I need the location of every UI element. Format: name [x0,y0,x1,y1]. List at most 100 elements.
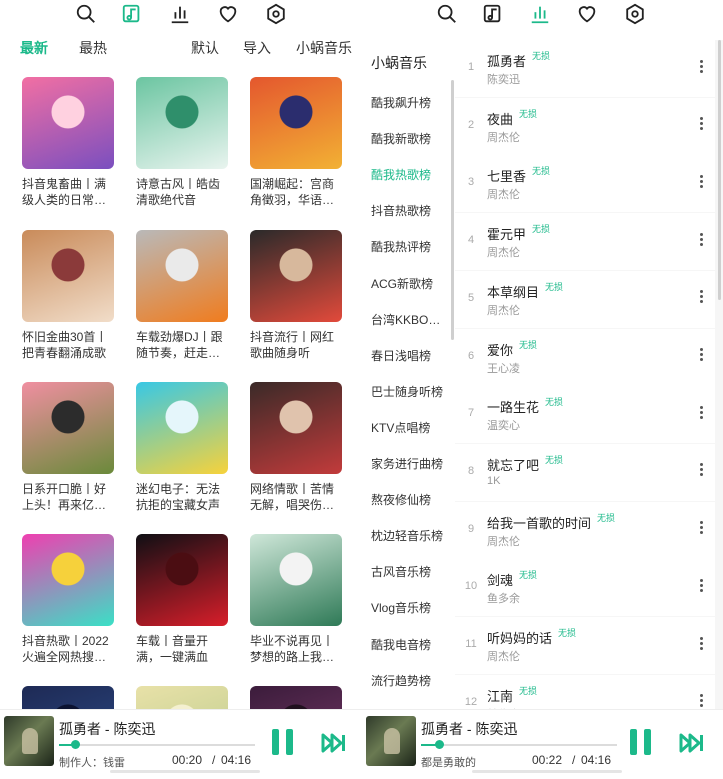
sidebar-chart-item[interactable]: 家务进行曲榜 [371,455,443,472]
heart-icon[interactable] [573,0,601,28]
progress-bar[interactable] [421,740,617,749]
song-row[interactable]: 6 爱你 无损 王心凌 [455,328,715,386]
playlist-title[interactable]: 抖音鬼畜曲丨满级人类的日常… [22,176,114,208]
playlist-title[interactable]: 国潮崛起：宫商角徵羽，华语… [250,176,342,208]
playlist-card[interactable]: 抖音流行丨网红歌曲随身听 [250,230,342,361]
music-note-icon[interactable] [118,0,146,28]
song-row[interactable]: 2 夜曲 无损 周杰伦 [455,97,715,155]
playlist-title[interactable]: 车载劲爆DJ丨跟随节奏，赶走… [136,329,228,361]
more-options-icon[interactable] [695,631,707,655]
playlist-cover-image[interactable] [22,77,114,169]
playlist-title[interactable]: 迷幻电子：无法抗拒的宝藏女声 [136,481,228,513]
playlist-card[interactable]: 车载丨音量开满，一键满血 [136,534,228,665]
progress-bar[interactable] [59,740,255,749]
sidebar-chart-item[interactable]: 流行趋势榜 [371,672,431,689]
pause-button[interactable] [272,729,296,755]
song-row[interactable]: 7 一路生花 无损 温奕心 [455,386,715,444]
playlist-cover-image[interactable] [250,382,342,474]
more-options-icon[interactable] [695,400,707,424]
hexagon-settings-icon[interactable] [262,0,290,28]
sort-default-button[interactable]: 默认 [191,38,219,58]
playlist-cover-image[interactable] [136,534,228,626]
playlist-cover-image[interactable] [136,230,228,322]
tab-hot[interactable]: 最热 [79,38,107,58]
more-options-icon[interactable] [695,54,707,78]
progress-knob[interactable] [70,740,80,749]
album-art[interactable] [366,716,416,766]
playlist-title[interactable]: 车载丨音量开满，一键满血 [136,633,228,665]
progress-knob[interactable] [434,740,444,749]
sidebar-chart-item[interactable]: 抖音热歌榜 [371,202,431,219]
next-track-button[interactable] [679,731,705,755]
next-track-button[interactable] [321,731,347,755]
sidebar-chart-item[interactable]: 酷我热歌榜 [371,166,431,183]
mini-player[interactable]: 孤勇者 - 陈奕迅 都是勇敢的 00:22 / 04:16 [362,709,723,779]
song-row[interactable]: 5 本草纲目 无损 周杰伦 [455,270,715,328]
playlist-title[interactable]: 日系开口脆丨好上头！再来亿… [22,481,114,513]
sidebar-chart-item[interactable]: 古风音乐榜 [371,563,431,580]
sidebar-chart-item[interactable]: 酷我新歌榜 [371,130,431,147]
playlist-title[interactable]: 怀旧金曲30首丨把青春翻涌成歌 [22,329,114,361]
playlist-cover-image[interactable] [22,382,114,474]
sidebar-chart-item[interactable]: 熬夜修仙榜 [371,491,431,508]
chart-bars-icon[interactable] [526,0,554,28]
playlist-cover-image[interactable] [250,77,342,169]
playlist-card[interactable]: 车载劲爆DJ丨跟随节奏，赶走… [136,230,228,361]
sidebar-chart-item[interactable]: 枕边轻音乐榜 [371,527,443,544]
playlist-title[interactable]: 抖音热歌丨2022火遍全网热搜… [22,633,114,665]
playlist-cover-image[interactable] [22,534,114,626]
sidebar-chart-item[interactable]: 巴士随身听榜 [371,383,443,400]
sidebar-header[interactable]: 小蜗音乐 [371,53,427,73]
playlist-title[interactable]: 网络情歌丨苦情无解，唱哭伤… [250,481,342,513]
sidebar-chart-item[interactable]: 酷我飙升榜 [371,94,431,111]
playlist-cover-image[interactable] [250,534,342,626]
song-row[interactable]: 4 霍元甲 无损 周杰伦 [455,213,715,271]
playlist-title[interactable]: 诗意古风丨皓齿清歌绝代音 [136,176,228,208]
search-icon[interactable] [72,0,100,28]
playlist-card[interactable]: 诗意古风丨皓齿清歌绝代音 [136,77,228,208]
song-list-scrollbar[interactable] [718,40,721,300]
song-row[interactable]: 1 孤勇者 无损 陈奕迅 [455,40,715,97]
playlist-card[interactable]: 怀旧金曲30首丨把青春翻涌成歌 [22,230,114,361]
music-note-icon[interactable] [479,0,507,28]
more-options-icon[interactable] [695,343,707,367]
more-options-icon[interactable] [695,516,707,540]
playlist-cover-image[interactable] [136,382,228,474]
playlist-title[interactable]: 抖音流行丨网红歌曲随身听 [250,329,342,361]
more-options-icon[interactable] [695,227,707,251]
song-row[interactable]: 11 听妈妈的话 无损 周杰伦 [455,617,715,674]
playlist-cover-image[interactable] [136,77,228,169]
more-options-icon[interactable] [695,169,707,193]
sidebar-chart-item[interactable]: ACG新歌榜 [371,275,433,292]
hexagon-settings-icon[interactable] [621,0,649,28]
search-icon[interactable] [433,0,461,28]
more-options-icon[interactable] [695,458,707,482]
playlist-card[interactable]: 毕业不说再见丨梦想的路上我… [250,534,342,665]
chart-bars-icon[interactable] [166,0,194,28]
playlist-card[interactable]: 日系开口脆丨好上头！再来亿… [22,382,114,513]
pause-button[interactable] [630,729,654,755]
sidebar-chart-item[interactable]: 酷我热评榜 [371,238,431,255]
source-select[interactable]: 小蜗音乐 [296,38,352,58]
song-row[interactable]: 10 剑魂 无损 鱼多余 [455,559,715,617]
playlist-cover-image[interactable] [250,230,342,322]
more-options-icon[interactable] [695,112,707,136]
playlist-card[interactable]: 网络情歌丨苦情无解，唱哭伤… [250,382,342,513]
sidebar-chart-item[interactable]: KTV点唱榜 [371,419,430,436]
sidebar-scrollbar[interactable] [451,80,454,340]
song-row[interactable]: 8 就忘了吧 无损 1K [455,443,715,501]
album-art[interactable] [4,716,54,766]
playlist-title[interactable]: 毕业不说再见丨梦想的路上我… [250,633,342,665]
playlist-card[interactable]: 抖音热歌丨2022火遍全网热搜… [22,534,114,665]
sidebar-chart-item[interactable]: 台湾KKBO… [371,311,440,328]
mini-player[interactable]: 孤勇者 - 陈奕迅 制作人：钱雷 00:20 / 04:16 [0,709,362,779]
sidebar-chart-item[interactable]: 酷我电音榜 [371,636,431,653]
playlist-card[interactable]: 抖音鬼畜曲丨满级人类的日常… [22,77,114,208]
tab-latest[interactable]: 最新 [20,38,48,58]
import-button[interactable]: 导入 [243,38,271,58]
song-row[interactable]: 3 七里香 无损 周杰伦 [455,155,715,213]
playlist-card[interactable]: 国潮崛起：宫商角徵羽，华语… [250,77,342,208]
more-options-icon[interactable] [695,285,707,309]
sidebar-chart-item[interactable]: Vlog音乐榜 [371,599,431,616]
playlist-cover-image[interactable] [22,230,114,322]
